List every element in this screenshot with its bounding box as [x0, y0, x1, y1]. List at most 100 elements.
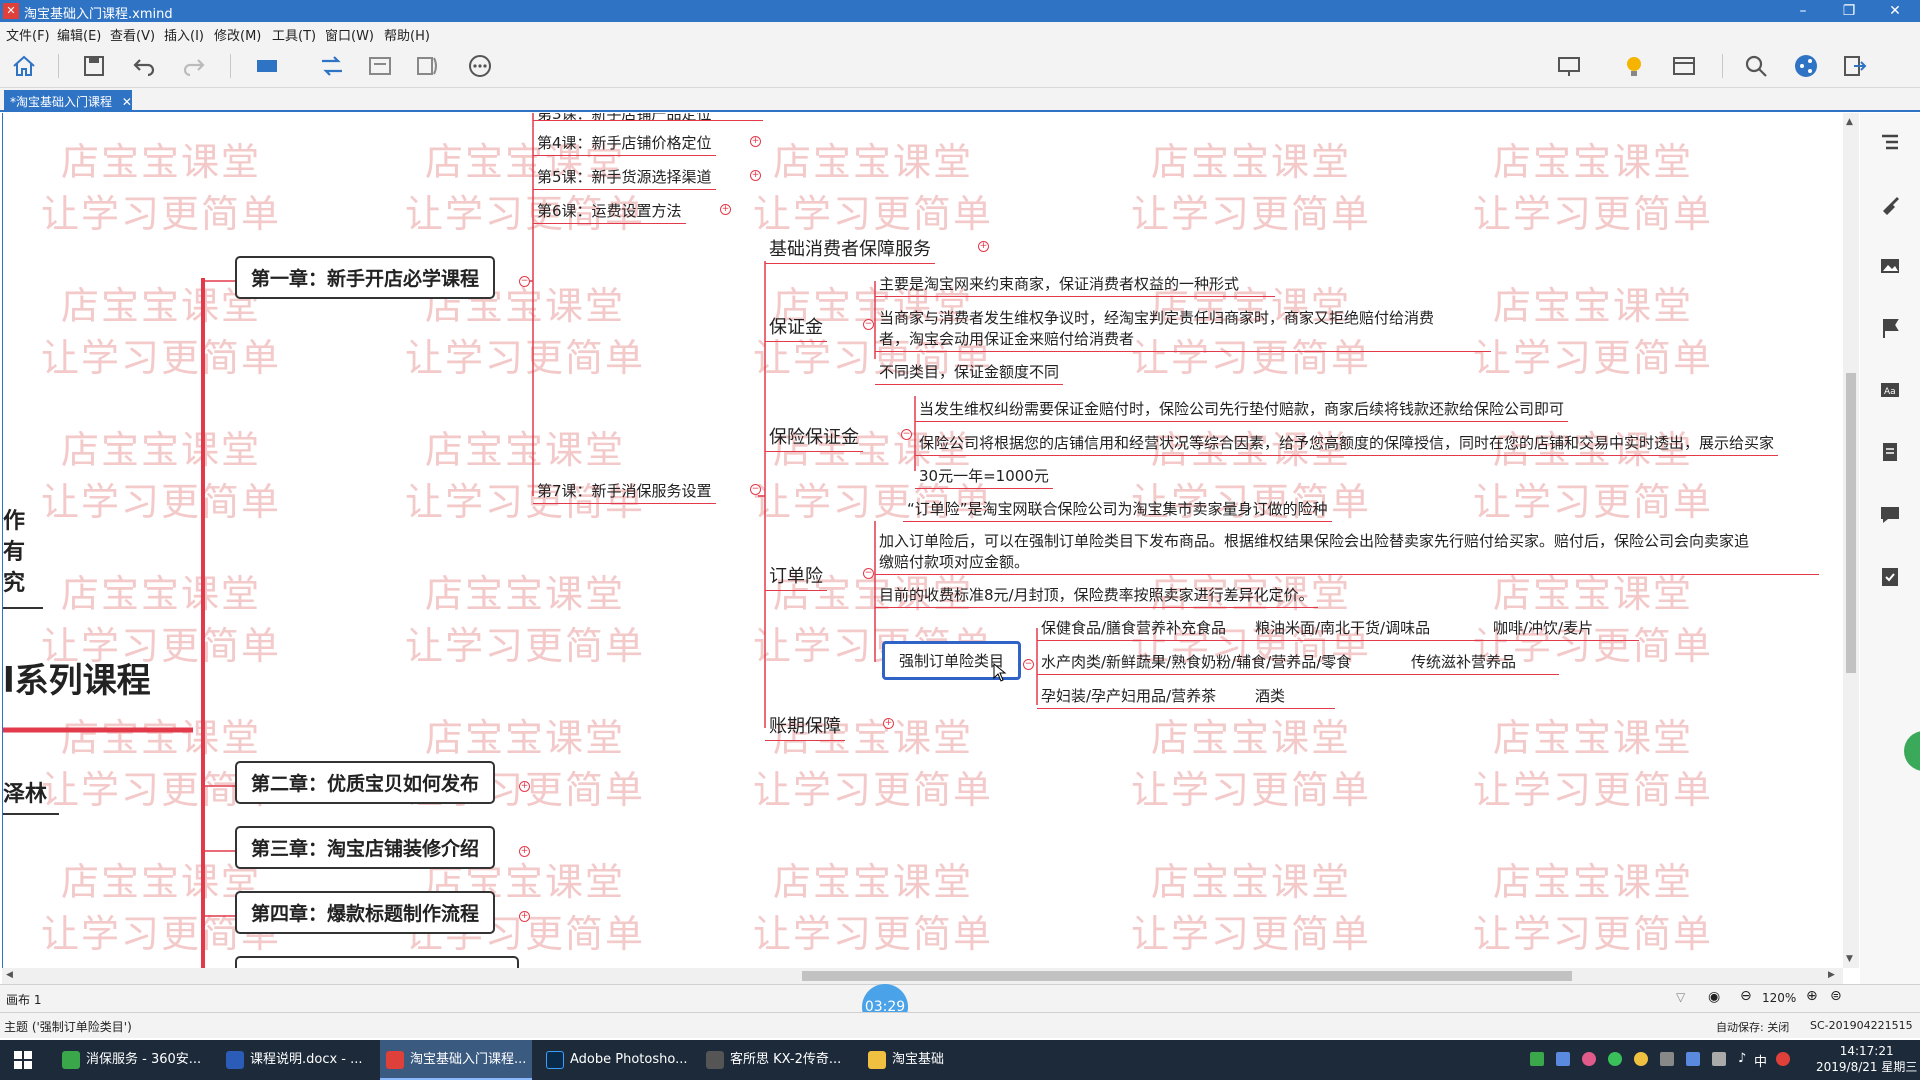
task-icon[interactable]: [1879, 565, 1901, 587]
order-insurance-topic[interactable]: 订单险: [765, 560, 827, 591]
chapter-4-topic[interactable]: 第四章：爆款标题制作流程: [235, 891, 496, 934]
clock[interactable]: 14:17:21 2019/8/21 星期三: [1816, 1043, 1917, 1075]
menu-modify[interactable]: 修改(M): [214, 25, 261, 44]
collapse-icon[interactable]: −: [1023, 659, 1034, 670]
expand-icon[interactable]: +: [883, 718, 894, 729]
insurance-deposit-topic[interactable]: 保险保证金: [765, 421, 863, 452]
sheet-tab[interactable]: 画布 1: [6, 991, 41, 1008]
expand-icon[interactable]: +: [519, 846, 530, 857]
notes-icon[interactable]: [1879, 441, 1901, 463]
autosave-status[interactable]: 自动保存: 关闭: [1716, 1019, 1789, 1035]
chapter-1-topic[interactable]: 第一章：新手开店必学课程: [235, 256, 496, 299]
label-icon[interactable]: Aa: [1879, 379, 1901, 401]
menu-view[interactable]: 查看(V): [110, 25, 155, 44]
taskbar-item-kx2[interactable]: 客所思 KX-2传奇...: [700, 1040, 847, 1080]
collapse-icon[interactable]: −: [863, 319, 874, 330]
category-item[interactable]: 传统滋补营养品: [1407, 649, 1559, 675]
deposit-item[interactable]: 当商家与消费者发生维权争议时，经淘宝判定责任归商家时，商家又拒绝赔付给消费 者，…: [875, 305, 1491, 352]
collapse-icon[interactable]: −: [519, 276, 530, 287]
category-item[interactable]: 咖啡/冲饮/麦片: [1489, 615, 1639, 641]
expand-icon[interactable]: +: [519, 781, 530, 792]
category-item[interactable]: 粮油米面/南北干货/调味品: [1251, 615, 1489, 641]
collapse-icon[interactable]: −: [901, 429, 912, 440]
more-icon[interactable]: [466, 52, 494, 80]
undo-icon[interactable]: [130, 52, 158, 80]
expand-icon[interactable]: +: [978, 241, 989, 252]
relationship-icon[interactable]: [318, 52, 346, 80]
vertical-scrollbar[interactable]: ▲ ▼: [1843, 113, 1859, 968]
insurance-item[interactable]: 30元一年=1000元: [915, 463, 1053, 489]
taskbar-item-folder[interactable]: 淘宝基础: [862, 1040, 950, 1080]
minimize-button[interactable]: –: [1780, 0, 1826, 22]
lesson-4-topic[interactable]: 第4课：新手店铺价格定位: [533, 130, 716, 156]
mindmap-canvas[interactable]: 店宝宝课堂 让学习更简单 店宝宝课堂 让学习更简单 店宝宝课堂 让学习更简单 店宝宝课堂 让学…: [2, 113, 1846, 968]
basic-protection-topic[interactable]: 基础消费者保障服务: [765, 233, 935, 264]
tab-close-icon[interactable]: ✕: [122, 95, 132, 109]
collapse-icon[interactable]: −: [863, 568, 874, 579]
vertical-scroll-thumb[interactable]: [1846, 373, 1856, 673]
horizontal-scrollbar[interactable]: ◀ ▶: [2, 968, 1843, 984]
search-icon[interactable]: [1742, 52, 1770, 80]
volume-icon[interactable]: ♪: [1738, 1051, 1746, 1066]
eye-icon[interactable]: ◉: [1708, 989, 1720, 1005]
home-icon[interactable]: [10, 52, 38, 80]
presentation-icon[interactable]: [1555, 52, 1583, 80]
redo-icon[interactable]: [180, 52, 208, 80]
category-item[interactable]: 酒类: [1251, 683, 1335, 709]
windows-start-icon[interactable]: [14, 1051, 32, 1069]
lesson-6-topic[interactable]: 第6课：运费设置方法: [533, 198, 686, 224]
bulb-icon[interactable]: [1620, 52, 1648, 80]
outline-icon[interactable]: [1879, 131, 1901, 153]
boundary-icon[interactable]: [366, 52, 394, 80]
close-button[interactable]: ✕: [1872, 0, 1918, 22]
expand-icon[interactable]: +: [519, 911, 530, 922]
share-icon[interactable]: [1792, 52, 1820, 80]
topic-icon[interactable]: [254, 52, 282, 80]
menu-tools[interactable]: 工具(T): [272, 25, 316, 44]
zoom-fit-icon[interactable]: ⊜: [1830, 988, 1842, 1004]
category-item[interactable]: 孕妇装/孕产妇用品/营养茶: [1037, 683, 1251, 709]
floating-widget-icon[interactable]: [1904, 731, 1920, 771]
category-item[interactable]: 保健食品/膳食营养补充食品: [1037, 615, 1251, 641]
collapse-icon[interactable]: −: [750, 484, 761, 495]
marker-flag-icon[interactable]: [1879, 317, 1901, 339]
export-icon[interactable]: [1840, 52, 1868, 80]
scroll-left-icon[interactable]: ◀: [6, 970, 13, 980]
order-item[interactable]: “订单险”是淘宝网联合保险公司为淘宝集市卖家量身订做的险种: [903, 496, 1332, 522]
category-item[interactable]: 水产肉类/新鲜蔬果/熟食奶粉/辅食/营养品/零食: [1037, 649, 1407, 675]
tab-mindmap[interactable]: *淘宝基础入门课程 ✕: [4, 90, 132, 112]
deposit-topic[interactable]: 保证金: [765, 311, 827, 342]
order-item[interactable]: 目前的收费标准8元/月封顶，保险费率按照卖家进行差异化定价。: [875, 582, 1318, 608]
chapter-5-topic-partial[interactable]: [235, 956, 519, 968]
insurance-item[interactable]: 当发生维权纠纷需要保证金赔付时，保险公司先行垫付赔款，商家后续将钱款还款给保险公…: [915, 396, 1569, 422]
deposit-item[interactable]: 不同类目，保证金额度不同: [875, 359, 1064, 385]
deposit-item[interactable]: 主要是淘宝网来约束商家，保证消费者权益的一种形式: [875, 271, 1275, 297]
taskbar-item-xmind[interactable]: 淘宝基础入门课程...: [380, 1040, 533, 1080]
outline-view-icon[interactable]: [1670, 52, 1698, 80]
lesson-7-topic[interactable]: 第7课：新手消保服务设置: [533, 478, 716, 504]
expand-icon[interactable]: +: [750, 170, 761, 181]
menu-insert[interactable]: 插入(I): [164, 25, 204, 44]
zoom-out-icon[interactable]: ⊖: [1740, 988, 1752, 1004]
horizontal-scroll-thumb[interactable]: [802, 971, 1572, 981]
system-tray-icons[interactable]: [1530, 1052, 1770, 1068]
chapter-3-topic[interactable]: 第三章：淘宝店铺装修介绍: [235, 826, 496, 869]
save-icon[interactable]: [80, 52, 108, 80]
scroll-up-icon[interactable]: ▲: [1846, 117, 1853, 127]
chapter-2-topic[interactable]: 第二章：优质宝贝如何发布: [235, 761, 496, 804]
taskbar-item-360[interactable]: 消保服务 - 360安...: [56, 1040, 207, 1080]
account-protection-topic[interactable]: 账期保障: [765, 710, 845, 741]
menu-edit[interactable]: 编辑(E): [57, 25, 101, 44]
taskbar-item-photoshop[interactable]: Adobe Photosho...: [540, 1040, 693, 1080]
menu-window[interactable]: 窗口(W): [325, 25, 374, 44]
maximize-button[interactable]: ❐: [1826, 0, 1872, 22]
order-item[interactable]: 加入订单险后，可以在强制订单险类目下发布商品。根据维权结果保险会出险替卖家先行赔…: [875, 528, 1819, 575]
expand-icon[interactable]: +: [750, 136, 761, 147]
insurance-item[interactable]: 保险公司将根据您的店铺信用和经营状况等综合因素，给予您高额度的保障授信，同时在您…: [915, 430, 1779, 456]
zoom-in-icon[interactable]: ⊕: [1806, 988, 1818, 1004]
menu-file[interactable]: 文件(F): [6, 25, 50, 44]
comments-icon[interactable]: [1879, 503, 1901, 525]
root-series-title[interactable]: l系列课程: [3, 653, 151, 702]
expand-icon[interactable]: +: [720, 204, 731, 215]
summary-icon[interactable]: [414, 52, 442, 80]
